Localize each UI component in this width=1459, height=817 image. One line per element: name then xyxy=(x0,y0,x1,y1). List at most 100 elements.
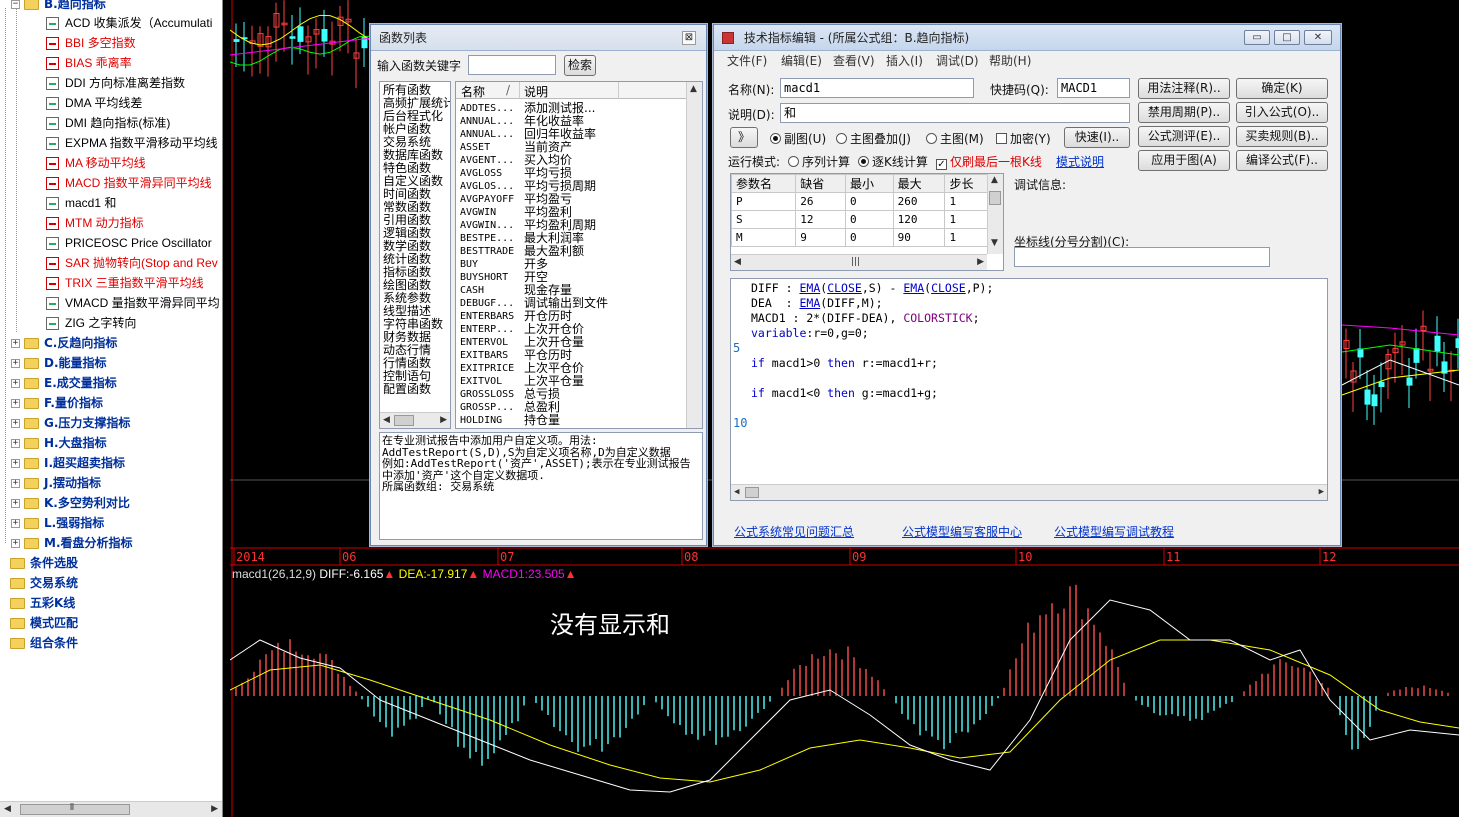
param-header[interactable]: 最大 xyxy=(892,174,946,193)
help-link[interactable]: 公式模型编写客服中心 xyxy=(902,523,1022,540)
code-editor[interactable]: DIFF : EMA(CLOSE,S) - EMA(CLOSE,P); DEA … xyxy=(730,278,1328,501)
tree-item-formula[interactable]: MA 移动平均线 xyxy=(46,153,146,173)
param-table[interactable]: 参数名 缺省 最小 最大 步长 P 26 0 260 1 S 12 0 120 1 M 9 0 90 1 ▲ ▼ ◀ … xyxy=(730,173,1004,271)
menu-item[interactable]: 文件(F) xyxy=(727,52,767,71)
expand-icon[interactable]: + xyxy=(11,358,20,368)
expand-icon[interactable]: + xyxy=(11,338,20,348)
param-vscroll[interactable]: ▲ ▼ xyxy=(987,174,1003,254)
tree-category[interactable]: + D.能量指标 xyxy=(11,353,107,373)
param-header[interactable]: 步长 xyxy=(944,174,989,193)
param-cell[interactable]: 90 xyxy=(892,228,946,247)
tree-category[interactable]: + J.摆动指标 xyxy=(11,473,101,493)
tree-item-formula[interactable]: SAR 抛物转向(Stop and Rev xyxy=(46,253,218,273)
last-bar-checkbox[interactable]: ✓ 仅刷最后一根K线 xyxy=(936,153,1042,170)
tree-item-formula[interactable]: DMA 平均线差 xyxy=(46,93,142,113)
tree-root[interactable]: 交易系统 xyxy=(10,573,78,593)
tree-category[interactable]: + M.看盘分析指标 xyxy=(11,533,133,553)
tree-item-formula[interactable]: ZIG 之字转向 xyxy=(46,313,136,333)
code-hscroll[interactable]: ◀ ▶ xyxy=(731,484,1327,500)
param-header[interactable]: 参数名 xyxy=(731,174,797,193)
tree-item-formula[interactable]: PRICEOSC Price Oscillator xyxy=(46,233,212,253)
collapse-icon[interactable]: − xyxy=(11,0,20,9)
function-table[interactable]: 名称 / 说明 ADDTES... 添加测试报... ANNUAL... 年化收… xyxy=(455,81,703,429)
tree-item-formula[interactable]: MACD 指数平滑异同平均线 xyxy=(46,173,212,193)
param-cell[interactable]: 1 xyxy=(944,210,989,229)
col-desc-header[interactable]: 说明 xyxy=(524,83,548,100)
param-header[interactable]: 缺省 xyxy=(795,174,846,193)
expand-icon[interactable]: + xyxy=(11,518,20,528)
tree-category[interactable]: + E.成交量指标 xyxy=(11,373,117,393)
editor-button[interactable]: 公式测评(E).. xyxy=(1138,126,1230,147)
tree-item-formula[interactable]: BBI 多空指数 xyxy=(46,33,136,53)
menu-item[interactable]: 帮助(H) xyxy=(989,52,1031,71)
radio-sequence[interactable]: 序列计算 xyxy=(788,153,850,170)
function-category[interactable]: 配置函数 xyxy=(383,383,450,396)
param-cell[interactable]: P xyxy=(731,192,797,211)
mode-help-link[interactable]: 模式说明 xyxy=(1056,153,1104,170)
desc-field[interactable]: 和 xyxy=(780,103,1130,123)
param-cell[interactable]: 1 xyxy=(944,192,989,211)
minimize-icon[interactable]: ▭ xyxy=(1244,30,1270,45)
param-cell[interactable]: 0 xyxy=(844,210,894,229)
param-cell[interactable]: 12 xyxy=(795,210,846,229)
expand-icon[interactable]: + xyxy=(11,498,20,508)
expand-icon[interactable]: + xyxy=(11,478,20,488)
encrypt-checkbox[interactable]: 加密(Y) xyxy=(996,130,1051,147)
col-name-header[interactable]: 名称 xyxy=(461,83,485,100)
function-table-vscroll[interactable]: ▲ xyxy=(686,82,702,428)
param-cell[interactable]: M xyxy=(731,228,797,247)
hotkey-field[interactable]: MACD1 xyxy=(1057,78,1130,98)
fast-button[interactable]: 快速(I).. xyxy=(1064,127,1130,148)
param-cell[interactable]: 0 xyxy=(844,228,894,247)
category-hscroll[interactable]: ◀ ▶ xyxy=(380,412,450,428)
tree-category[interactable]: + C.反趋向指标 xyxy=(11,333,117,353)
name-field[interactable]: macd1 xyxy=(780,78,974,98)
param-cell[interactable]: S xyxy=(731,210,797,229)
coord-field[interactable] xyxy=(1014,247,1270,267)
tree-item-formula[interactable]: DDI 方向标准离差指数 xyxy=(46,73,185,93)
radio-per-bar[interactable]: 逐K线计算 xyxy=(858,153,928,170)
menu-item[interactable]: 查看(V) xyxy=(833,52,875,71)
param-header[interactable]: 最小 xyxy=(844,174,894,193)
editor-button[interactable]: 引入公式(O).. xyxy=(1236,102,1328,123)
radio-mainchart[interactable]: 主图(M) xyxy=(926,130,984,147)
close-icon[interactable]: ✕ xyxy=(1304,30,1332,45)
tree-category[interactable]: + I.超买超卖指标 xyxy=(11,453,125,473)
param-cell[interactable]: 260 xyxy=(892,192,946,211)
editor-button[interactable]: 确定(K) xyxy=(1236,78,1328,99)
help-link[interactable]: 公式系统常见问题汇总 xyxy=(734,523,854,540)
expand-button[interactable]: 》 xyxy=(730,127,758,148)
close-icon[interactable]: ⊠ xyxy=(682,31,696,45)
menu-item[interactable]: 插入(I) xyxy=(886,52,923,71)
tree-hscroll[interactable]: ◀ ⦀ ▶ xyxy=(0,801,222,817)
tree-group-b[interactable]: − B.趋向指标 xyxy=(11,0,106,14)
search-button[interactable]: 检索 xyxy=(564,55,596,76)
tree-category[interactable]: + G.压力支撑指标 xyxy=(11,413,130,433)
expand-icon[interactable]: + xyxy=(11,398,20,408)
tree-category[interactable]: + F.量价指标 xyxy=(11,393,103,413)
param-cell[interactable]: 26 xyxy=(795,192,846,211)
tree-item-formula[interactable]: EXPMA 指数平滑移动平均线 xyxy=(46,133,218,153)
tree-item-formula[interactable]: VMACD 量指数平滑异同平均 xyxy=(46,293,220,313)
tree-item-formula[interactable]: BIAS 乖离率 xyxy=(46,53,132,73)
param-cell[interactable]: 1 xyxy=(944,228,989,247)
param-cell[interactable]: 0 xyxy=(844,192,894,211)
tree-root[interactable]: 条件选股 xyxy=(10,553,78,573)
editor-button[interactable]: 编译公式(F).. xyxy=(1236,150,1328,171)
expand-icon[interactable]: + xyxy=(11,418,20,428)
tree-category[interactable]: + L.强弱指标 xyxy=(11,513,104,533)
tree-root[interactable]: 组合条件 xyxy=(10,633,78,653)
tree-item-formula[interactable]: ACD 收集派发（Accumulati xyxy=(46,13,212,33)
expand-icon[interactable]: + xyxy=(11,458,20,468)
expand-icon[interactable]: + xyxy=(11,538,20,548)
expand-icon[interactable]: + xyxy=(11,438,20,448)
param-cell[interactable]: 120 xyxy=(892,210,946,229)
tree-category[interactable]: + H.大盘指标 xyxy=(11,433,107,453)
menu-item[interactable]: 调试(D) xyxy=(936,52,979,71)
tree-root[interactable]: 模式匹配 xyxy=(10,613,78,633)
menu-item[interactable]: 编辑(E) xyxy=(781,52,822,71)
tree-item-formula[interactable]: macd1 和 xyxy=(46,193,116,213)
help-link[interactable]: 公式模型编写调试教程 xyxy=(1054,523,1174,540)
param-cell[interactable]: 9 xyxy=(795,228,846,247)
maximize-icon[interactable]: □ xyxy=(1274,30,1300,45)
